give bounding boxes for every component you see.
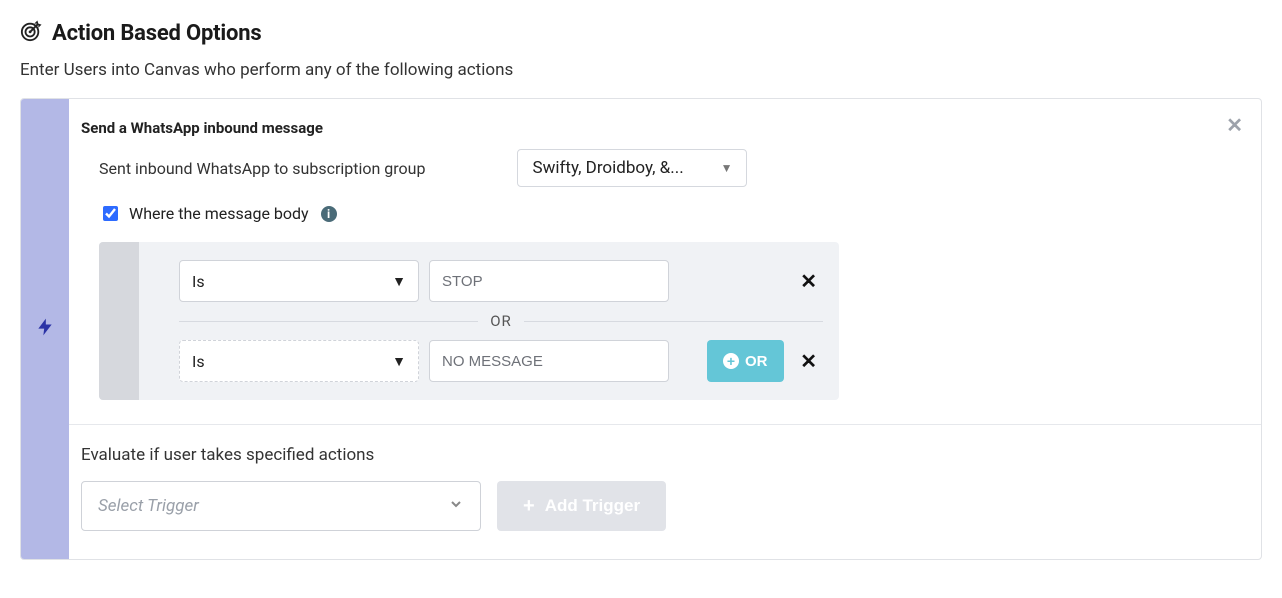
operator-select-1[interactable]: Is ▼ <box>179 340 419 382</box>
page-subtitle: Enter Users into Canvas who perform any … <box>20 60 1262 80</box>
plus-icon: + <box>523 496 535 516</box>
subscription-label: Sent inbound WhatsApp to subscription gr… <box>81 159 425 178</box>
subscription-group-value: Swifty, Droidboy, &... <box>532 158 683 178</box>
or-button-label: OR <box>745 353 768 370</box>
close-card-button[interactable]: ✕ <box>1226 113 1243 137</box>
operator-select-0[interactable]: Is ▼ <box>179 260 419 302</box>
subscription-group-select[interactable]: Swifty, Droidboy, &... ▼ <box>517 149 747 187</box>
info-icon[interactable]: i <box>321 206 337 222</box>
add-trigger-button[interactable]: + Add Trigger <box>497 481 666 531</box>
operator-value: Is <box>192 352 205 371</box>
or-divider-label: OR <box>490 312 512 330</box>
caret-down-icon: ▼ <box>392 353 406 370</box>
evaluate-label: Evaluate if user takes specified actions <box>81 445 1239 465</box>
accent-bar <box>21 99 69 559</box>
condition-value-input-1[interactable] <box>429 340 669 382</box>
where-body-checkbox[interactable] <box>103 206 118 221</box>
caret-down-icon: ▼ <box>392 273 406 290</box>
add-or-condition-button[interactable]: + OR <box>707 340 784 382</box>
remove-condition-button-0[interactable]: ✕ <box>800 269 823 293</box>
filter-drag-handle[interactable] <box>99 242 139 400</box>
chevron-down-icon <box>448 496 464 517</box>
card-title: Send a WhatsApp inbound message <box>81 119 1239 137</box>
page-title: Action Based Options <box>52 21 261 46</box>
caret-down-icon: ▼ <box>721 161 733 175</box>
target-icon <box>20 20 42 46</box>
where-body-label: Where the message body <box>129 204 309 223</box>
trigger-select[interactable]: Select Trigger <box>81 481 481 531</box>
action-panel: ✕ Send a WhatsApp inbound message Sent i… <box>20 98 1262 560</box>
remove-condition-button-1[interactable]: ✕ <box>800 349 823 373</box>
plus-circle-icon: + <box>723 353 739 369</box>
trigger-placeholder: Select Trigger <box>98 496 199 516</box>
bolt-icon <box>35 314 55 344</box>
add-trigger-label: Add Trigger <box>545 496 640 516</box>
condition-row: Is ▼ + OR ✕ <box>179 340 823 382</box>
condition-value-input-0[interactable] <box>429 260 669 302</box>
operator-value: Is <box>192 272 205 291</box>
or-divider: OR <box>179 312 823 330</box>
filter-block: Is ▼ ✕ OR Is ▼ <box>99 242 839 400</box>
condition-row: Is ▼ ✕ <box>179 260 823 302</box>
